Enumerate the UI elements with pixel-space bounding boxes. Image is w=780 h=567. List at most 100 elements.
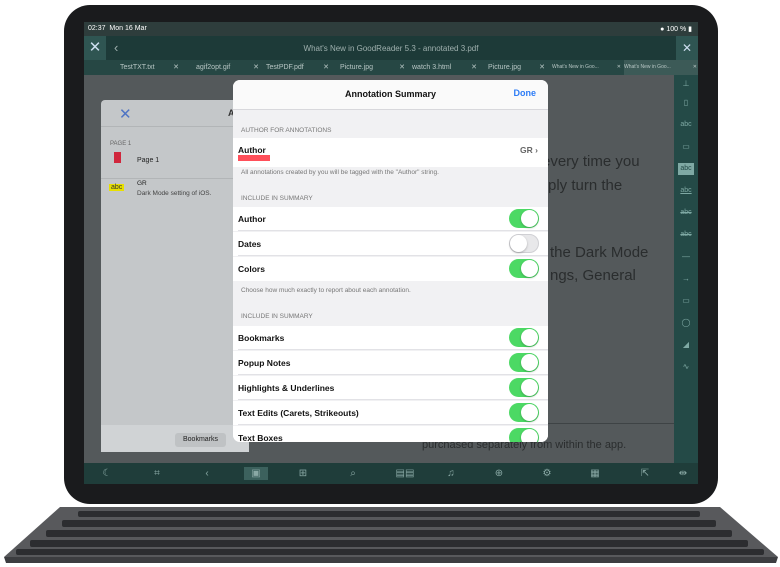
status-time-date: 02:37 Mon 16 Mar (88, 25, 147, 32)
oval-icon[interactable]: ◯ (678, 317, 694, 329)
dialog-title: Annotation Summary (344, 89, 436, 99)
toggle-label: Popup Notes (238, 358, 291, 368)
bookmark-flag-icon (114, 152, 121, 163)
share-icon[interactable]: ⇱ (638, 467, 652, 480)
audio-icon[interactable]: ♫ (444, 467, 458, 480)
close-panel-icon[interactable]: ✕ (119, 105, 132, 123)
bookmark-row[interactable]: Page 1 (101, 150, 249, 176)
night-mode-icon[interactable]: ☾ (100, 467, 114, 480)
crop-icon[interactable]: ⌗ (150, 467, 164, 480)
author-row[interactable]: Author GR › (233, 138, 548, 167)
battery-status: ● 100 % ▮ (660, 26, 692, 33)
document-text-line: ply turn the (548, 177, 623, 194)
annotation-author: GR (137, 180, 147, 187)
tab-close-icon[interactable]: ✕ (617, 60, 621, 75)
underline-icon[interactable]: abc (678, 185, 694, 197)
toggle-row-text-edits: Text Edits (Carets, Strikeouts) (233, 401, 548, 425)
fit-width-icon[interactable]: ⇹ (676, 467, 690, 480)
author-value: GR › (520, 145, 538, 155)
close-document-icon[interactable]: ✕ (676, 36, 698, 60)
tab-close-icon[interactable]: ✕ (471, 60, 477, 75)
strikeout-icon[interactable]: abc (678, 207, 694, 219)
toggle-label: Highlights & Underlines (238, 383, 335, 393)
comment-icon[interactable]: ▭ (678, 141, 694, 153)
add-page-icon[interactable]: ⊕ (492, 467, 506, 480)
document-text-line: the Dark Mode (550, 244, 649, 261)
search-icon[interactable]: ⌕ (346, 467, 360, 480)
toggle-label: Text Boxes (238, 433, 283, 442)
bottom-toolbar: ☾ ⌗ ‹ ▣ ⊞ ⌕ ▤▤ ♫ ⊕ ⚙ ▦ ⇱ ⇹ (84, 463, 698, 484)
done-button[interactable]: Done (514, 88, 537, 98)
page-section-label: PAGE 1 (110, 141, 132, 147)
toggle-label: Bookmarks (238, 333, 285, 343)
tab-close-icon[interactable]: ✕ (323, 60, 329, 75)
section-footer: Choose how much exactly to report about … (241, 287, 411, 294)
highlight-icon[interactable]: abc (678, 163, 694, 175)
freehand-icon[interactable]: ∿ (678, 361, 694, 373)
tab-testtxt[interactable]: TestTXT.txt ✕ (120, 60, 180, 75)
bookmarks-panel: ✕ A PAGE 1 Page 1 abc GR Dark Mode setti… (101, 100, 249, 452)
tab-whats-new-2[interactable]: What's New in Goo... ✕ (624, 60, 698, 75)
author-label: Author (238, 145, 266, 155)
back-arrow-icon[interactable]: ‹ (200, 467, 214, 480)
file-pages-icon[interactable]: ▦ (588, 467, 602, 480)
divider (101, 126, 249, 127)
toggle-row-highlights: Highlights & Underlines (233, 376, 548, 400)
chevron-right-icon: › (535, 145, 538, 155)
popup-notes-toggle[interactable] (509, 353, 539, 372)
text-edits-toggle[interactable] (509, 403, 539, 422)
tab-testpdf[interactable]: TestPDF.pdf ✕ (266, 60, 330, 75)
annotation-row[interactable]: abc GR Dark Mode setting of iOS. (101, 178, 249, 206)
tab-close-icon[interactable]: ✕ (253, 60, 259, 75)
abc-text-icon[interactable]: abc (678, 119, 694, 131)
annotation-text: Dark Mode setting of iOS. (137, 190, 212, 197)
tab-bar: TestTXT.txt ✕ agif2opt.gif ✕ TestPDF.pdf ✕ … (84, 60, 698, 75)
dates-toggle[interactable] (509, 234, 539, 253)
document-title: What's New in GoodReader 5.3 - annotated… (303, 44, 479, 53)
document-text-line: every time you (542, 153, 640, 170)
settings-icon[interactable]: ⚙ (540, 467, 554, 480)
bookmarks-icon[interactable]: ▣ (244, 467, 268, 480)
toggle-label: Author (238, 214, 266, 224)
bookmark-label: Page 1 (137, 157, 160, 164)
tab-watch[interactable]: watch 3.html ✕ (412, 60, 478, 75)
section-footer: All annotations created by you will be t… (241, 169, 439, 176)
tab-whats-new-1[interactable]: What's New in Goo... ✕ (552, 60, 622, 75)
bookmarks-segment[interactable]: Bookmarks (175, 433, 226, 447)
tab-close-icon[interactable]: ✕ (173, 60, 179, 75)
tab-picture[interactable]: Picture.jpg ✕ (340, 60, 406, 75)
arrow-icon[interactable]: → (678, 273, 694, 285)
toggle-row-author: Author (233, 207, 548, 231)
colors-toggle[interactable] (509, 259, 539, 278)
thumbnails-icon[interactable]: ⊞ (296, 467, 310, 480)
toggle-row-text-boxes: Text Boxes (233, 426, 548, 442)
tab-close-icon[interactable]: ✕ (399, 60, 405, 75)
tab-close-icon[interactable]: ✕ (693, 60, 697, 75)
highlight-badge: abc (109, 184, 125, 191)
toggle-label: Dates (238, 239, 262, 249)
squiggly-icon[interactable]: abc (678, 229, 694, 241)
author-toggle[interactable] (509, 209, 539, 228)
eraser-icon[interactable]: ◢ (678, 339, 694, 351)
pdf-pages-icon[interactable]: ▤▤ (390, 467, 420, 480)
toggle-label: Text Edits (Carets, Strikeouts) (238, 408, 359, 418)
tab-picture-2[interactable]: Picture.jpg ✕ (488, 60, 546, 75)
toggle-label: Colors (238, 264, 265, 274)
toggle-row-colors: Colors (233, 257, 548, 281)
highlights-toggle[interactable] (509, 378, 539, 397)
status-bar: 02:37 Mon 16 Mar ● 100 % ▮ (84, 22, 698, 36)
bookmarks-toggle[interactable] (509, 328, 539, 347)
keyboard (4, 507, 778, 563)
panel-header: ✕ A (101, 100, 249, 126)
toggle-row-bookmarks: Bookmarks (233, 326, 548, 350)
text-boxes-toggle[interactable] (509, 428, 539, 442)
annotation-toolbar: ⊥ ▯ abc ▭ abc abc abc abc — → ▭ ◯ ◢ ∿ (674, 75, 698, 463)
tab-agif2opt[interactable]: agif2opt.gif ✕ (196, 60, 260, 75)
section-header: INCLUDE IN SUMMARY (241, 195, 313, 202)
rectangle-icon[interactable]: ▭ (678, 295, 694, 307)
line-icon[interactable]: — (678, 251, 694, 263)
section-header: AUTHOR FOR ANNOTATIONS (241, 127, 332, 134)
tab-close-icon[interactable]: ✕ (539, 60, 545, 75)
book-icon[interactable]: ▯ (678, 97, 694, 109)
pin-icon[interactable]: ⊥ (678, 78, 694, 90)
